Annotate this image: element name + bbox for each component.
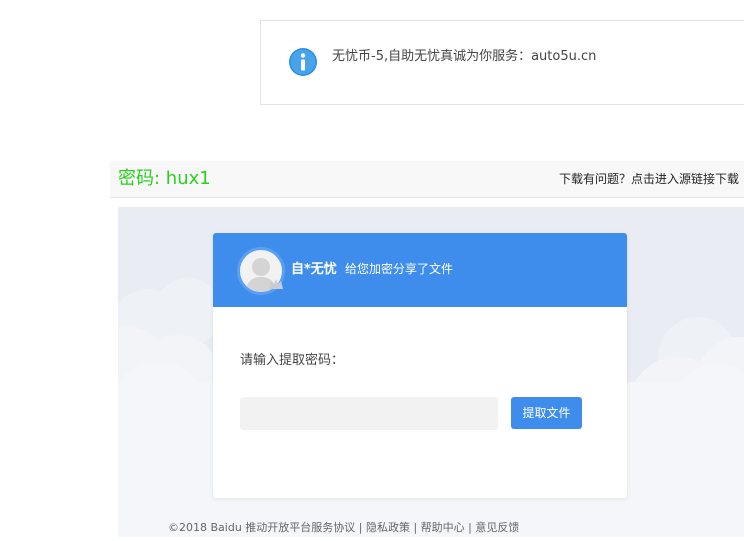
footer-text: ©2018 Baidu 推动开放平台服务协议 | 隐私政策 | 帮助中心 | 意…: [168, 521, 520, 534]
notice-text: 无忧币-5,自助无忧真诚为你服务：auto5u.cn: [332, 49, 597, 64]
sharer-name: 自*无忧: [291, 262, 337, 277]
share-card: 自*无忧 给您加密分享了文件 请输入提取密码： 提取文件: [213, 233, 627, 498]
password-prompt: 请输入提取密码：: [240, 353, 345, 368]
password-label: 密码: hux1: [118, 168, 211, 189]
panel-header: 密码: hux1 下载有问题？点击进入源链接下载: [110, 161, 744, 198]
info-icon: [289, 48, 317, 76]
extract-code-input[interactable]: [240, 397, 498, 430]
notice-box: 无忧币-5,自助无忧真诚为你服务：auto5u.cn: [260, 20, 744, 105]
extract-file-button[interactable]: 提取文件: [511, 397, 582, 429]
source-link[interactable]: 下载有问题？点击进入源链接下载: [559, 172, 739, 187]
card-header: 自*无忧 给您加密分享了文件: [213, 233, 627, 307]
vip-badge-icon: [269, 279, 283, 289]
share-description: 给您加密分享了文件: [345, 262, 454, 276]
